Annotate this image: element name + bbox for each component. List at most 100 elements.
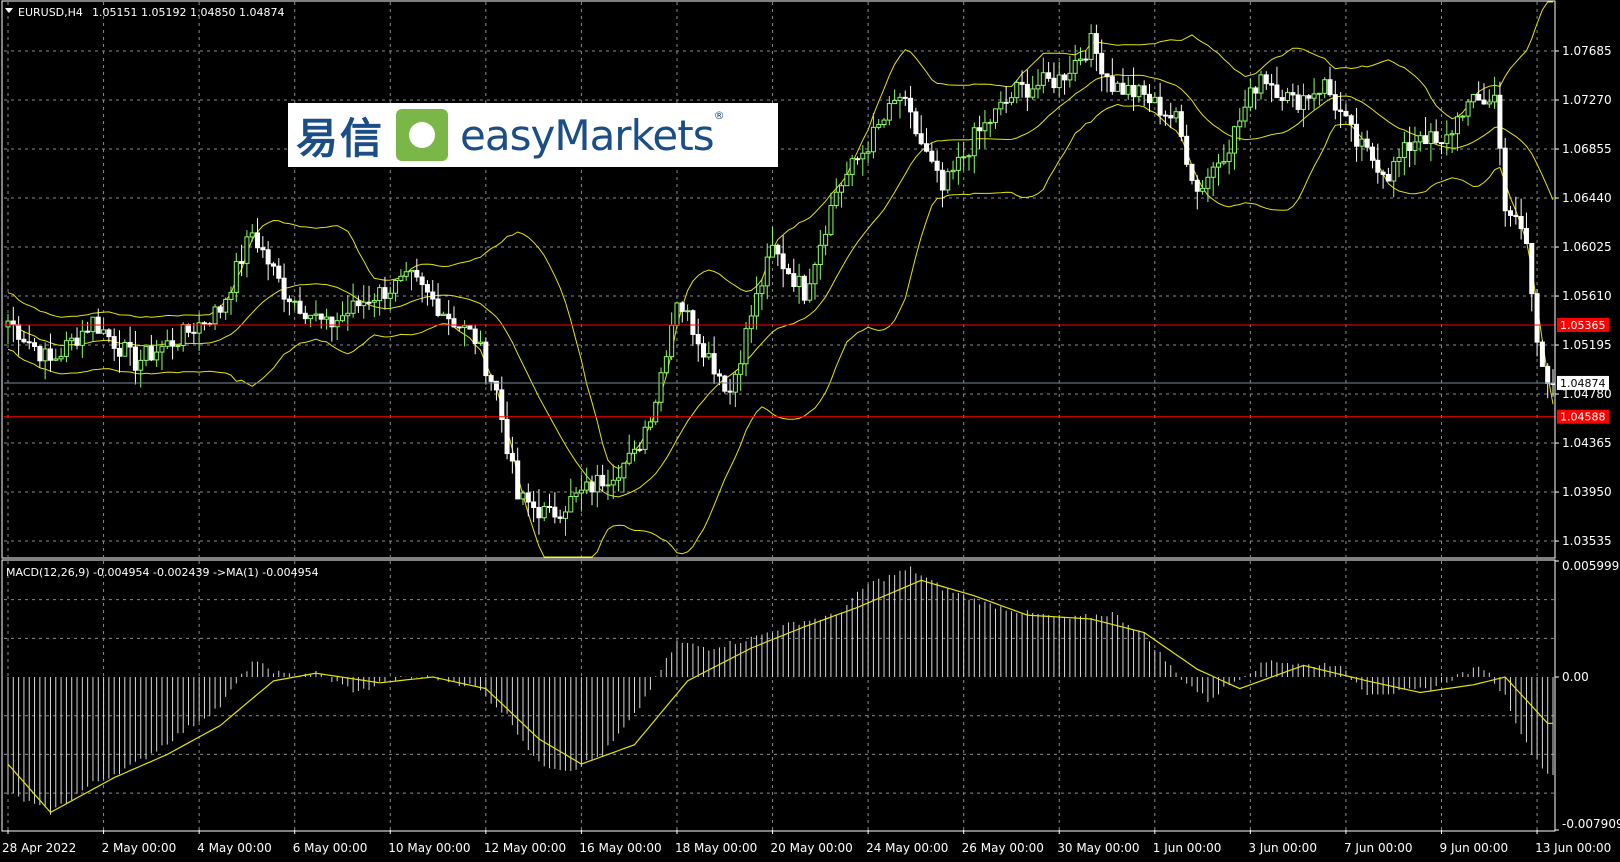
candle-body [562, 511, 568, 519]
candle-body [1539, 341, 1545, 367]
candle [1279, 89, 1285, 111]
candle-body [58, 355, 64, 360]
price-tick-label: 1.04780 [1562, 387, 1612, 401]
candle-body [1062, 74, 1068, 81]
candle [1348, 113, 1354, 142]
candle-body [350, 300, 356, 314]
candle [281, 263, 287, 313]
candle [658, 367, 664, 412]
candle-body [1385, 173, 1391, 182]
candle [1449, 130, 1455, 154]
candle [47, 333, 53, 372]
candle-body [1072, 59, 1078, 74]
candle [472, 324, 478, 355]
candle-body [53, 358, 59, 361]
candle [801, 274, 807, 305]
candle [69, 333, 75, 351]
candle [1423, 117, 1429, 145]
candle-body [1269, 83, 1275, 86]
candle-body [302, 312, 308, 320]
candle [1093, 24, 1099, 72]
candle [616, 464, 622, 492]
candle-body [377, 287, 383, 302]
candle-body [621, 462, 627, 479]
candle-body [1513, 214, 1519, 217]
candle [945, 168, 951, 194]
candle [1104, 73, 1110, 93]
candle-body [738, 363, 744, 375]
candle [876, 118, 882, 130]
candle-body [260, 247, 266, 251]
candle [297, 286, 303, 315]
candle-body [1120, 82, 1126, 95]
candle-body [1359, 138, 1365, 147]
candle-body [292, 300, 298, 303]
candle-body [212, 306, 218, 325]
candle [451, 306, 457, 328]
candle-body [600, 474, 606, 487]
candle-body [1354, 123, 1360, 147]
candle [1131, 67, 1137, 111]
grid [4, 2, 1555, 830]
candle [1226, 139, 1232, 175]
candle-body [286, 298, 292, 303]
candle [371, 293, 377, 318]
candle [748, 305, 754, 343]
candle-body [1508, 210, 1514, 216]
horizontal-lines[interactable]: 1.053651.045881.04874 [4, 317, 1609, 424]
candle-body [1157, 96, 1163, 116]
candle [854, 156, 860, 165]
candle [1407, 126, 1413, 168]
candle [552, 492, 558, 524]
candle-body [366, 301, 372, 304]
candle [950, 160, 956, 180]
candle-body [881, 119, 887, 126]
candle [329, 316, 335, 342]
candlesticks[interactable] [5, 24, 1556, 536]
candle [74, 327, 80, 350]
candle-body [387, 292, 393, 299]
candle [430, 280, 436, 307]
candle [42, 342, 48, 380]
candle-body [987, 121, 993, 124]
candle-body [1338, 109, 1344, 112]
candle-body [1412, 141, 1418, 151]
candle [690, 309, 696, 346]
candle [1274, 66, 1280, 99]
candle-body [966, 155, 972, 158]
candle-body [270, 263, 276, 267]
trading-chart[interactable]: 1.053651.045881.04874 1.076851.072701.06… [0, 0, 1620, 862]
candle [504, 401, 510, 460]
candle-body [780, 253, 786, 270]
candle [1385, 167, 1391, 182]
candle [844, 161, 850, 187]
candle [1322, 77, 1328, 99]
candle [1115, 80, 1121, 92]
candle [1083, 50, 1089, 63]
candle [897, 93, 903, 119]
candle-body [1247, 87, 1253, 108]
candle [244, 230, 250, 278]
candle-body [1449, 133, 1455, 136]
candle-body [446, 313, 452, 320]
candle [377, 284, 383, 316]
candle-body [605, 484, 611, 487]
candle [1439, 142, 1445, 155]
candle [1231, 125, 1237, 170]
candle-body [191, 331, 197, 334]
macd-tick-label: 0.005999 [1562, 559, 1619, 573]
candle [387, 286, 393, 311]
candle [111, 328, 117, 362]
price-tick-label: 1.07685 [1562, 44, 1612, 58]
candle-body [63, 340, 69, 357]
dropdown-triangle-icon[interactable] [5, 8, 13, 13]
candle [1152, 92, 1158, 104]
candle [424, 280, 430, 306]
candle [531, 490, 537, 523]
candle [127, 326, 133, 366]
candle-body [16, 324, 22, 340]
candle [21, 330, 27, 344]
candle [1072, 44, 1078, 82]
time-tick-label: 9 Jun 00:00 [1440, 841, 1509, 855]
candle-body [1184, 135, 1190, 165]
